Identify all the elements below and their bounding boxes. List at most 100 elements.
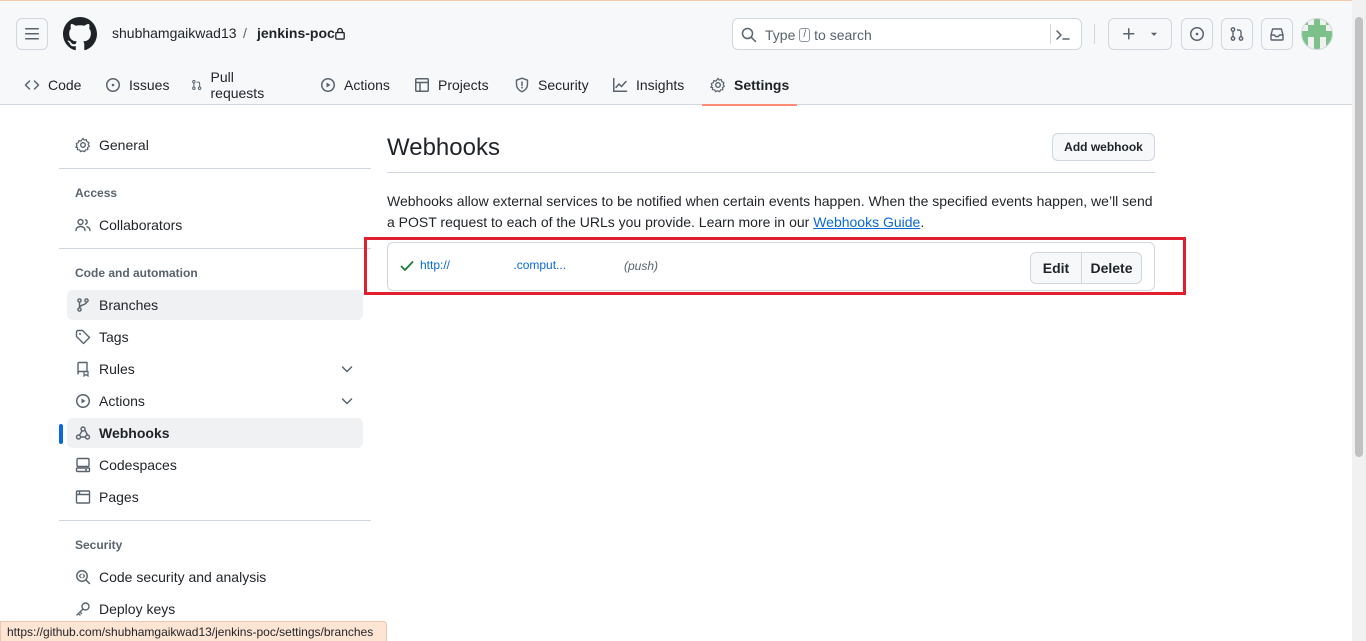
search-shortcut-key: / — [799, 28, 811, 42]
sidebar-item-label: Branches — [99, 297, 159, 313]
play-icon — [76, 394, 90, 408]
tab-label: Settings — [734, 77, 790, 93]
gear-icon — [75, 137, 90, 153]
identicon-icon — [1302, 19, 1332, 49]
sidebar-item-code-security[interactable]: Code security and analysis — [67, 562, 363, 592]
description-end: . — [920, 214, 925, 230]
sidebar-divider — [59, 248, 371, 249]
tab-label: Issues — [129, 77, 170, 93]
breadcrumb-owner[interactable]: shubhamgaikwad13 — [112, 25, 237, 41]
sidebar-item-general[interactable]: General — [67, 130, 363, 160]
plus-icon — [1123, 28, 1135, 40]
tag-icon — [75, 329, 91, 345]
issue-icon — [106, 78, 120, 92]
notifications-button[interactable] — [1261, 18, 1293, 50]
tab-insights[interactable]: Insights — [604, 65, 692, 105]
search-suffix: to search — [814, 27, 872, 43]
sidebar-item-label: Rules — [99, 361, 135, 377]
breadcrumb-repo[interactable]: jenkins-poc — [257, 25, 335, 41]
tab-label: Actions — [344, 77, 390, 93]
graph-icon — [613, 77, 628, 92]
tab-label: Code — [48, 77, 82, 93]
sidebar-item-actions[interactable]: Actions — [67, 386, 363, 416]
command-palette-icon[interactable] — [1055, 27, 1071, 43]
sidebar-item-deploy-keys[interactable]: Deploy keys — [67, 594, 363, 624]
header-divider — [1094, 24, 1095, 44]
page-scrollbar[interactable] — [1352, 0, 1366, 641]
tab-issues[interactable]: Issues — [97, 65, 177, 105]
shield-icon — [515, 77, 529, 93]
tab-label: Security — [538, 77, 589, 93]
sidebar-item-codespaces[interactable]: Codespaces — [67, 450, 363, 480]
breadcrumb-separator: / — [243, 25, 247, 41]
sidebar-item-branches[interactable]: Branches — [67, 290, 363, 320]
tab-actions[interactable]: Actions — [312, 65, 398, 105]
tab-settings[interactable]: Settings — [702, 65, 798, 106]
inbox-icon — [1270, 28, 1284, 41]
sidebar-item-pages[interactable]: Pages — [67, 482, 363, 512]
sidebar-divider — [59, 520, 371, 521]
search-divider — [1050, 24, 1051, 44]
page-title: Webhooks — [387, 134, 500, 161]
sidebar-item-tags[interactable]: Tags — [67, 322, 363, 352]
repo-push-icon — [77, 361, 89, 377]
code-icon — [24, 80, 40, 90]
webhooks-guide-link[interactable]: Webhooks Guide — [813, 214, 920, 230]
chevron-down-icon[interactable] — [339, 361, 355, 377]
app-header: shubhamgaikwad13 / jenkins-poc Type / to… — [0, 0, 1352, 106]
key-icon — [76, 602, 90, 616]
search-icon — [741, 27, 757, 43]
codescan-icon — [76, 570, 91, 585]
tab-code[interactable]: Code — [16, 65, 89, 105]
sidebar-heading-access: Access — [75, 186, 118, 200]
sidebar-item-label: Codespaces — [99, 457, 177, 473]
tab-label: Pull requests — [210, 69, 265, 101]
sidebar-heading-security: Security — [75, 538, 123, 552]
sidebar-item-label: Actions — [99, 393, 145, 409]
tab-projects[interactable]: Projects — [406, 65, 497, 105]
search-prefix: Type — [765, 27, 796, 43]
create-new-button[interactable] — [1108, 18, 1172, 50]
title-divider — [387, 172, 1155, 173]
search-input[interactable]: Type / to search — [732, 18, 1082, 50]
sidebar-item-label: Collaborators — [99, 217, 183, 233]
chevron-down-icon[interactable] — [339, 393, 355, 409]
gear-icon — [710, 77, 725, 93]
sidebar-item-label: Tags — [99, 329, 129, 345]
browser-icon — [75, 490, 91, 504]
codespaces-icon — [75, 457, 91, 473]
tab-label: Projects — [438, 77, 489, 93]
sidebar-item-webhooks[interactable]: Webhooks — [59, 418, 363, 448]
add-webhook-button[interactable]: Add webhook — [1052, 133, 1155, 161]
people-icon — [75, 218, 91, 232]
webhooks-description: Webhooks allow external services to be n… — [387, 191, 1157, 233]
issue-opened-icon — [1190, 27, 1204, 41]
menu-button[interactable] — [16, 18, 48, 50]
sidebar-item-label: Deploy keys — [99, 601, 176, 617]
tab-label: Insights — [636, 77, 685, 93]
link-status-bar: https://github.com/shubhamgaikwad13/jenk… — [0, 621, 387, 641]
your-issues-button[interactable] — [1181, 18, 1213, 50]
sidebar-item-label: Pages — [99, 489, 139, 505]
sidebar-item-label: Webhooks — [99, 425, 170, 441]
tab-security[interactable]: Security — [506, 65, 597, 105]
webhook-icon — [75, 426, 91, 440]
annotation-highlight-box — [364, 237, 1186, 295]
triangle-down-icon — [1150, 32, 1158, 36]
git-branch-icon — [77, 298, 89, 312]
pull-request-icon — [192, 80, 202, 90]
github-logo-icon[interactable] — [63, 17, 97, 51]
sidebar-heading-code-and-automation: Code and automation — [75, 266, 198, 280]
search-placeholder: Type / to search — [765, 27, 872, 43]
your-pull-requests-button[interactable] — [1221, 18, 1253, 50]
sidebar-item-rules[interactable]: Rules — [67, 354, 363, 384]
play-icon — [321, 78, 335, 92]
tab-pull-requests[interactable]: Pull requests — [183, 65, 277, 105]
scrollbar-thumb[interactable] — [1355, 17, 1363, 457]
sidebar-item-collaborators[interactable]: Collaborators — [67, 210, 363, 240]
sidebar-item-label: General — [99, 137, 149, 153]
description-text: Webhooks allow external services to be n… — [387, 193, 1153, 230]
sidebar-item-label: Code security and analysis — [99, 569, 267, 585]
hamburger-icon — [25, 28, 39, 40]
avatar[interactable] — [1301, 18, 1333, 50]
